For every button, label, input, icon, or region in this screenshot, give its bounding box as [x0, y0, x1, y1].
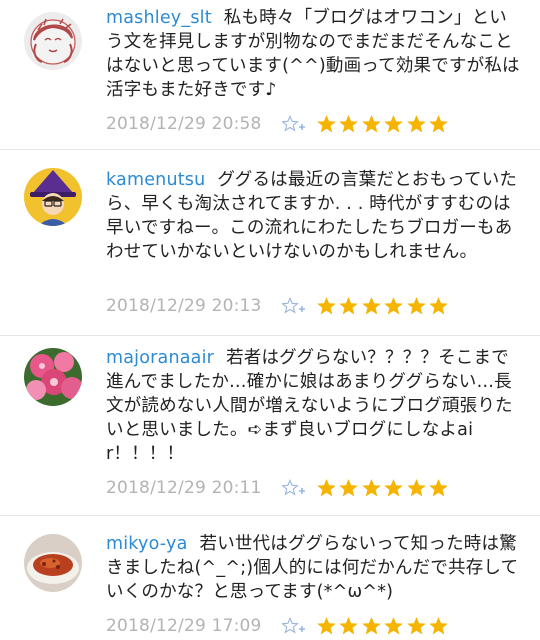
comment-text-block: majoranaair 若者はググらない？？？？そこまで進んでましたか…確かに娘は…	[106, 346, 522, 466]
comment-item: mikyo-ya 若い世代はググらないって知った時は驚きましたね(^_^;)個人的…	[0, 516, 540, 640]
star-icon	[406, 297, 426, 315]
star-list	[316, 616, 451, 636]
add-star-icon[interactable]	[281, 478, 306, 498]
star-icon	[429, 297, 448, 315]
star-icon	[316, 617, 336, 635]
star-icon	[339, 479, 358, 497]
star-icon	[361, 479, 381, 497]
avatar[interactable]	[24, 12, 82, 70]
star-icon	[361, 115, 381, 133]
star-icon	[339, 297, 358, 315]
timestamp: 2018/12/29 20:11	[106, 478, 262, 498]
add-star-icon[interactable]	[281, 114, 306, 134]
star-icon	[316, 115, 336, 133]
star-icon	[316, 479, 336, 497]
star-icon	[339, 617, 358, 635]
username-link[interactable]: majoranaair	[106, 348, 214, 368]
comment-item: kamenutsu ググるは最近の言葉だとおもっていたら、早くも淘汰されてますか.…	[0, 150, 540, 336]
add-star-icon[interactable]	[281, 296, 306, 316]
comment-meta: 2018/12/29 17:09	[106, 614, 451, 638]
add-star-icon[interactable]	[281, 616, 306, 636]
star-icon	[429, 115, 448, 133]
avatar[interactable]	[24, 168, 82, 226]
avatar[interactable]	[24, 348, 82, 406]
star-icon	[406, 617, 426, 635]
star-icon	[339, 115, 358, 133]
comment-meta: 2018/12/29 20:11	[106, 476, 451, 500]
star-icon	[316, 297, 336, 315]
star-icon	[406, 115, 426, 133]
star-icon	[361, 297, 381, 315]
comment-text-block: mikyo-ya 若い世代はググらないって知った時は驚きましたね(^_^;)個人的…	[106, 532, 522, 604]
star-icon	[406, 479, 426, 497]
star-list	[316, 296, 451, 316]
star-icon	[384, 617, 403, 635]
timestamp: 2018/12/29 20:58	[106, 114, 262, 134]
star-icon	[429, 479, 448, 497]
star-icon	[384, 479, 403, 497]
comment-meta: 2018/12/29 20:58	[106, 112, 451, 136]
star-icon	[361, 617, 381, 635]
star-icon	[384, 297, 403, 315]
username-link[interactable]: mikyo-ya	[106, 534, 188, 554]
star-list	[316, 114, 451, 134]
comment-meta: 2018/12/29 20:13	[106, 294, 451, 318]
avatar[interactable]	[24, 534, 82, 592]
timestamp: 2018/12/29 17:09	[106, 616, 262, 636]
star-icon	[384, 115, 403, 133]
username-link[interactable]: kamenutsu	[106, 170, 205, 190]
comment-text-block: mashley_slt 私も時々「ブログはオワコン」という文を拝見しますが別物なの…	[106, 6, 522, 102]
timestamp: 2018/12/29 20:13	[106, 296, 262, 316]
star-icon	[429, 617, 448, 635]
comment-item: mashley_slt 私も時々「ブログはオワコン」という文を拝見しますが別物なの…	[0, 0, 540, 150]
comment-text-block: kamenutsu ググるは最近の言葉だとおもっていたら、早くも淘汰されてますか.…	[106, 168, 522, 264]
username-link[interactable]: mashley_slt	[106, 8, 212, 28]
comment-item: majoranaair 若者はググらない？？？？そこまで進んでましたか…確かに娘は…	[0, 336, 540, 516]
star-list	[316, 478, 451, 498]
